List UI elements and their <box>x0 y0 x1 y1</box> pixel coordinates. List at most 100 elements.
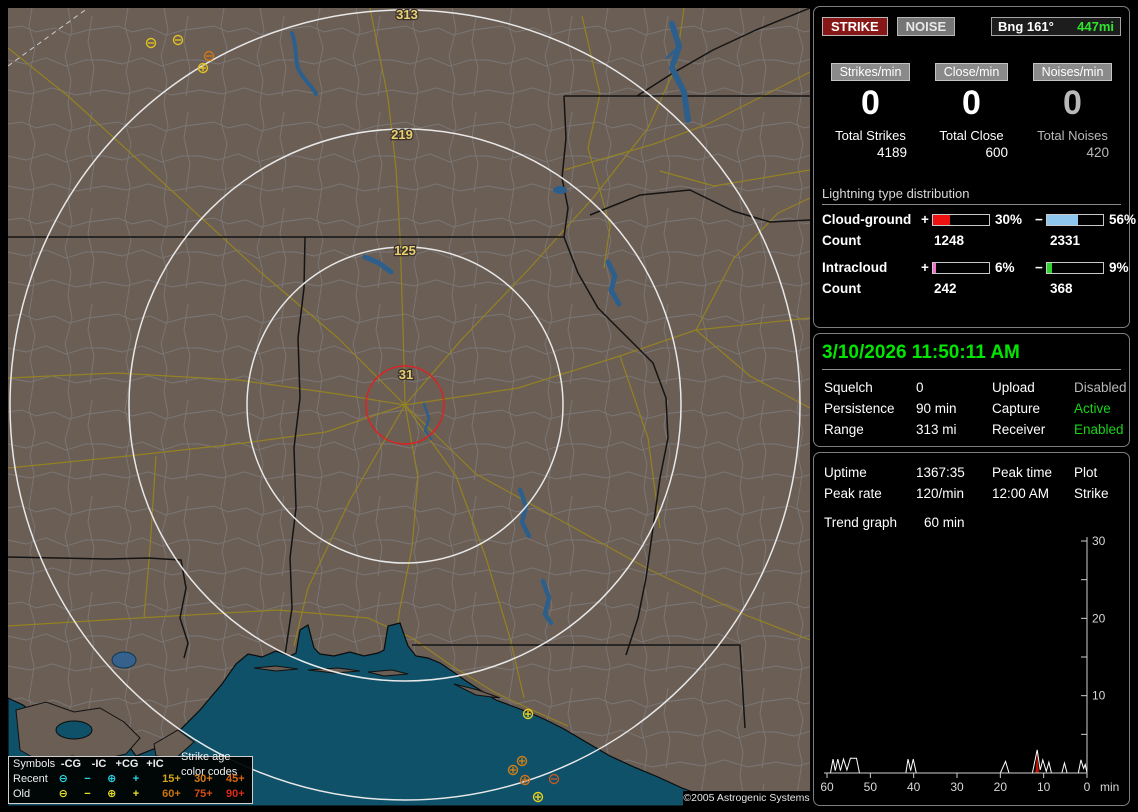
strike-counters-box: STRIKE NOISE Bng 161° 447mi Strikes/min … <box>813 6 1136 328</box>
recent-pic-icon: + <box>132 773 140 785</box>
noise-mode-button[interactable]: NOISE <box>896 17 956 36</box>
recent-nic-icon: − <box>84 773 91 785</box>
persistence-value: 90 min <box>916 401 957 416</box>
peak-time-label: Peak time <box>992 465 1053 480</box>
x-tick-label: 40 <box>907 780 921 794</box>
intracloud-label: Intracloud <box>822 260 888 275</box>
age-15: 15+ <box>162 773 181 785</box>
peak-rate-label: Peak rate <box>824 486 882 501</box>
x-tick-label: 60 <box>820 780 834 794</box>
trend-graph-label: Trend graph <box>824 515 898 530</box>
legend-col-pcg: +CG <box>115 758 139 770</box>
legend-col-pic: +IC <box>146 758 164 770</box>
legend-header-row: Symbols -CG -IC +CG +IC Strike age color… <box>9 751 252 778</box>
minus-sign: − <box>1035 260 1043 275</box>
stats-grid: Uptime 1367:35 Peak time Plot Peak rate … <box>824 465 1121 501</box>
age-75: 75+ <box>194 788 213 800</box>
ic-negative-count: 368 <box>1050 281 1073 296</box>
settings-grid: Squelch 0 Upload Disabled Persistence 90… <box>824 380 1127 437</box>
total-close-label: Total Close <box>939 128 1004 143</box>
legend-old-label: Old <box>13 788 31 800</box>
lightning-distribution: Lightning type distribution Cloud-ground… <box>822 186 1136 296</box>
cg-negative-bar <box>1046 213 1104 226</box>
uptime-label: Uptime <box>824 465 867 480</box>
strikes-per-min-value: 0 <box>861 84 880 122</box>
x-tick-label: 30 <box>950 780 964 794</box>
strike-mode-button[interactable]: STRIKE <box>822 17 888 36</box>
legend-symbols-header: Symbols <box>13 758 56 770</box>
legend-col-nic: -IC <box>91 758 107 770</box>
strikes-per-min-button[interactable]: Strikes/min <box>830 63 911 81</box>
ring-label-219: 219 <box>391 127 413 142</box>
close-per-min-button[interactable]: Close/min <box>934 63 1009 81</box>
total-noises-value: 420 <box>1086 145 1109 160</box>
cg-positive-pct: 30% <box>995 212 1023 227</box>
small-lake <box>553 186 567 194</box>
y-tick-label: 20 <box>1092 611 1106 625</box>
plot-type-value: Strike <box>1074 486 1109 501</box>
ic-positive-bar <box>932 261 990 274</box>
cg-positive-bar <box>932 213 990 226</box>
peak-rate-value: 120/min <box>916 486 965 501</box>
ring-label-31: 31 <box>399 367 413 382</box>
cg-positive-count: 1248 <box>934 233 965 248</box>
y-tick-label: 30 <box>1092 534 1106 548</box>
bearing-distance: 447mi <box>1077 19 1114 34</box>
old-pcg-icon: ⊕ <box>107 788 117 800</box>
legend-recent-row: Recent ⊖ − ⊕ + 15+ 30+ 45+ <box>9 772 252 787</box>
legend-recent-label: Recent <box>13 773 48 785</box>
age-90: 90+ <box>226 788 245 800</box>
distribution-title: Lightning type distribution <box>822 186 1121 205</box>
old-pic-icon: + <box>132 788 140 800</box>
uptime-value: 1367:35 <box>916 465 965 480</box>
map-canvas: 313 219 125 31 <box>8 8 810 806</box>
bearing-readout: Bng 161° 447mi <box>991 17 1121 36</box>
x-tick-label: 0 <box>1084 780 1091 794</box>
x-axis-unit: min <box>1100 780 1119 794</box>
lightning-map[interactable]: 313 219 125 31 Symbols -CG -IC +CG +IC S… <box>8 8 810 806</box>
coastal-lake <box>111 651 137 669</box>
map-legend: Symbols -CG -IC +CG +IC Strike age color… <box>8 751 253 804</box>
rate-counters: Strikes/min 0 Total Strikes 4189 Close/m… <box>814 36 1129 160</box>
noises-per-min-button[interactable]: Noises/min <box>1032 63 1113 81</box>
ring-label-125: 125 <box>394 243 416 258</box>
upload-label: Upload <box>992 380 1035 395</box>
noises-counter: Noises/min 0 Total Noises 420 <box>1022 36 1123 160</box>
x-tick-label: 20 <box>994 780 1008 794</box>
persistence-label: Persistence <box>824 401 895 416</box>
ic-negative-bar <box>1046 261 1104 274</box>
range-label: Range <box>824 422 864 437</box>
plus-sign: + <box>921 212 929 227</box>
receiver-status: Enabled <box>1074 422 1124 437</box>
trend-window-value: 60 min <box>924 515 965 530</box>
trend-graph: 60 50 40 30 20 10 0 min 10 20 30 <box>820 534 1119 794</box>
receiver-label: Receiver <box>992 422 1046 437</box>
copyright-notice: ©2005 Astrogenic Systems <box>683 791 810 806</box>
minus-sign: − <box>1035 212 1043 227</box>
intracloud-count-row: Count 242 368 <box>822 281 1121 296</box>
cg-negative-pct: 56% <box>1109 212 1137 227</box>
total-strikes-label: Total Strikes <box>835 128 906 143</box>
age-45: 45+ <box>226 773 245 785</box>
capture-label: Capture <box>992 401 1041 416</box>
upload-status: Disabled <box>1074 380 1127 395</box>
cloud-ground-label: Cloud-ground <box>822 212 912 227</box>
bearing-label: Bng 161° <box>998 19 1054 34</box>
capture-status: Active <box>1074 401 1111 416</box>
current-datetime: 3/10/2026 11:50:11 AM <box>822 342 1121 370</box>
plus-sign: + <box>921 260 929 275</box>
y-tick-label: 10 <box>1092 689 1106 703</box>
x-tick-label: 10 <box>1037 780 1051 794</box>
noises-per-min-value: 0 <box>1063 84 1082 122</box>
old-ncg-icon: ⊖ <box>58 788 68 800</box>
ic-positive-pct: 6% <box>995 260 1015 275</box>
cloud-ground-count-row: Count 1248 2331 <box>822 233 1121 248</box>
x-tick-label: 50 <box>864 780 878 794</box>
squelch-value: 0 <box>916 380 924 395</box>
total-noises-label: Total Noises <box>1037 128 1108 143</box>
close-counter: Close/min 0 Total Close 600 <box>921 36 1022 160</box>
strike-trend-line <box>827 749 1088 774</box>
recent-pcg-icon: ⊕ <box>107 773 117 785</box>
ic-negative-pct: 9% <box>1109 260 1129 275</box>
count-label: Count <box>822 233 861 248</box>
